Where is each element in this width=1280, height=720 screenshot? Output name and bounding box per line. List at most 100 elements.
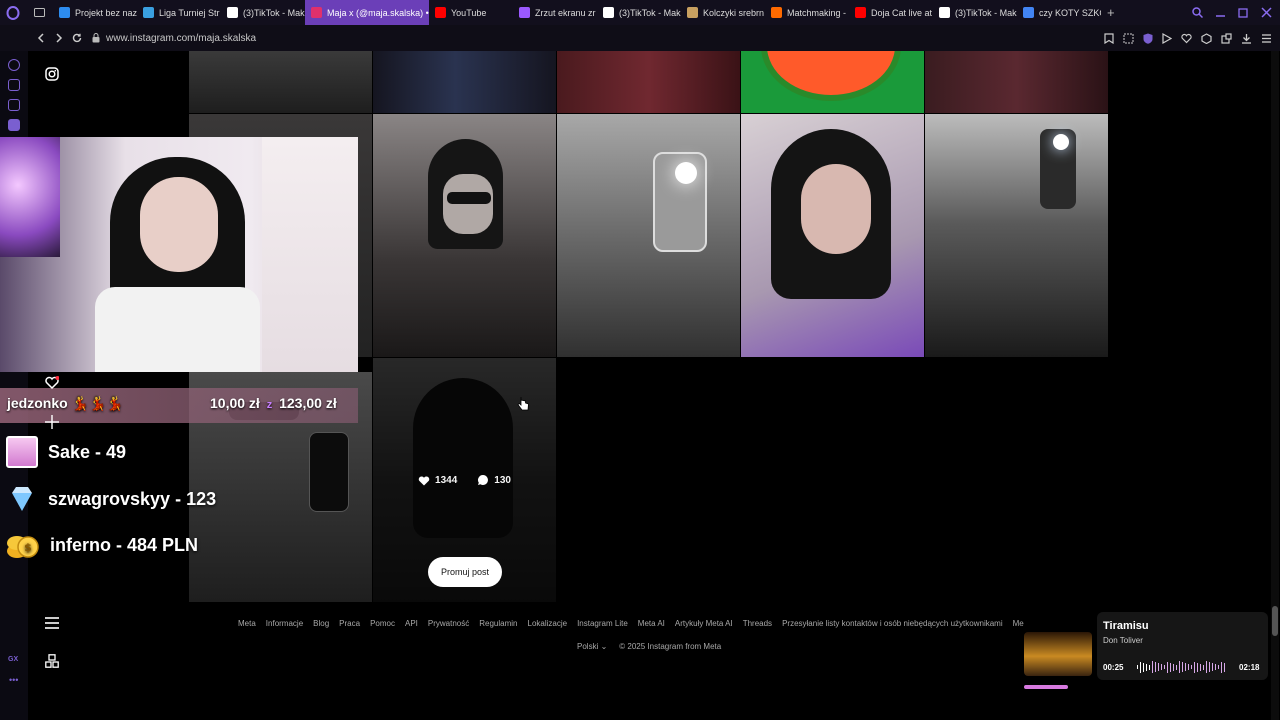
sidebar-messenger-icon[interactable] bbox=[8, 99, 20, 111]
waveform-bar bbox=[1191, 665, 1192, 669]
waveform-bar bbox=[1167, 661, 1168, 673]
post-thumbnail[interactable] bbox=[373, 51, 556, 113]
snapshot-icon[interactable] bbox=[1123, 33, 1134, 44]
post-thumbnail[interactable] bbox=[925, 51, 1108, 113]
also-from-meta-icon[interactable] bbox=[45, 654, 59, 668]
heart-icon[interactable] bbox=[1181, 33, 1192, 44]
browser-tab[interactable]: Zrzut ekranu zr bbox=[513, 0, 597, 25]
waveform-bar bbox=[1182, 662, 1183, 672]
footer-link[interactable]: Lokalizacje bbox=[528, 619, 568, 628]
browser-tab[interactable]: Maja x (@maja.skalska) • bbox=[305, 0, 429, 25]
sidebar-more-icon[interactable]: ••• bbox=[9, 675, 18, 685]
search-icon[interactable] bbox=[1192, 7, 1203, 18]
sidebar-gx-icon[interactable]: GX bbox=[8, 656, 18, 663]
waveform-scrubber[interactable] bbox=[1137, 661, 1229, 673]
play-icon[interactable] bbox=[1162, 32, 1172, 44]
webcam-overlay bbox=[0, 137, 358, 372]
new-tab-button[interactable]: + bbox=[1101, 0, 1121, 25]
footer-link[interactable]: Meta AI bbox=[638, 619, 665, 628]
sidebar-m-icon[interactable] bbox=[8, 119, 20, 131]
waveform-bar bbox=[1137, 665, 1138, 669]
footer-link[interactable]: Informacje bbox=[266, 619, 303, 628]
post-thumbnail[interactable] bbox=[925, 114, 1108, 357]
footer-link[interactable]: Me bbox=[1013, 619, 1024, 628]
address-bar: www.instagram.com/maja.skalska bbox=[0, 25, 1280, 51]
close-icon[interactable] bbox=[1261, 7, 1272, 18]
footer-link[interactable]: API bbox=[405, 619, 418, 628]
waveform-bar bbox=[1203, 664, 1204, 670]
footer-link[interactable]: Instagram Lite bbox=[577, 619, 628, 628]
menu-icon[interactable] bbox=[1261, 33, 1272, 44]
browser-tab[interactable]: (3)TikTok - Mak bbox=[221, 0, 305, 25]
url-field[interactable]: www.instagram.com/maja.skalska bbox=[92, 33, 256, 44]
browser-tab[interactable]: Projekt bez naz bbox=[53, 0, 137, 25]
sidebar-aria-icon[interactable] bbox=[8, 59, 20, 71]
forward-icon[interactable] bbox=[54, 33, 64, 43]
browser-tab[interactable]: (3)TikTok - Mak bbox=[597, 0, 681, 25]
donation-goal: 123,00 zł bbox=[279, 395, 337, 411]
post-thumbnail[interactable] bbox=[189, 51, 372, 113]
tab-favicon-icon bbox=[771, 7, 782, 18]
cube-icon[interactable] bbox=[1201, 32, 1212, 44]
browser-tab[interactable]: YouTube bbox=[429, 0, 513, 25]
page-scrollbar[interactable] bbox=[1271, 51, 1279, 720]
waveform-bar bbox=[1179, 661, 1180, 673]
footer-link[interactable]: Threads bbox=[743, 619, 772, 628]
waveform-bar bbox=[1194, 661, 1195, 673]
waveform-bar bbox=[1140, 661, 1141, 673]
tab-label: Matchmaking - bbox=[787, 7, 847, 18]
footer-link[interactable]: Prywatność bbox=[428, 619, 469, 628]
diamond-icon bbox=[6, 483, 38, 515]
lock-icon bbox=[92, 33, 100, 43]
footer-link[interactable]: Przesyłanie listy kontaktów i osób niebę… bbox=[782, 619, 1003, 628]
post-thumbnail[interactable] bbox=[557, 51, 740, 113]
minimize-icon[interactable] bbox=[1215, 7, 1226, 18]
promote-post-button[interactable]: Promuj post bbox=[428, 557, 502, 587]
browser-tab[interactable]: czy KOTY SZKO bbox=[1017, 0, 1101, 25]
footer-link[interactable]: Pomoc bbox=[370, 619, 395, 628]
extensions-icon[interactable] bbox=[1221, 32, 1232, 44]
download-icon[interactable] bbox=[1241, 33, 1252, 44]
opera-logo-icon[interactable] bbox=[0, 0, 26, 25]
vpn-shield-icon[interactable] bbox=[1143, 33, 1153, 44]
notification-heart-icon[interactable] bbox=[45, 376, 59, 389]
browser-tab[interactable]: Matchmaking - bbox=[765, 0, 849, 25]
copyright-text: © 2025 Instagram from Meta bbox=[619, 642, 722, 651]
waveform-bar bbox=[1197, 662, 1198, 672]
sidebar-workspace-icon[interactable] bbox=[8, 79, 20, 91]
tab-label: Doja Cat live at bbox=[871, 7, 933, 18]
song-title: Tiramisu bbox=[1103, 620, 1149, 632]
footer-link[interactable]: Regulamin bbox=[479, 619, 517, 628]
tab-favicon-icon bbox=[603, 7, 614, 18]
tab-label: czy KOTY SZKO bbox=[1039, 7, 1101, 18]
language-select[interactable]: Polski ⌄ bbox=[577, 642, 607, 651]
tab-favicon-icon bbox=[519, 7, 530, 18]
browser-tab[interactable]: Doja Cat live at bbox=[849, 0, 933, 25]
more-menu-icon[interactable] bbox=[45, 617, 59, 629]
bookmark-icon[interactable] bbox=[1104, 32, 1114, 44]
back-icon[interactable] bbox=[36, 33, 46, 43]
waveform-bar bbox=[1212, 663, 1213, 671]
post-thumbnail[interactable] bbox=[741, 51, 924, 113]
instagram-logo-icon[interactable] bbox=[45, 67, 59, 81]
restore-icon[interactable] bbox=[1238, 7, 1249, 18]
tab-label: Kolczyki srebrn bbox=[703, 7, 765, 18]
footer-link[interactable]: Praca bbox=[339, 619, 360, 628]
browser-tab[interactable]: (3)TikTok - Mak bbox=[933, 0, 1017, 25]
footer-link[interactable]: Blog bbox=[313, 619, 329, 628]
waveform-bar bbox=[1164, 665, 1165, 669]
tab-overview-icon[interactable] bbox=[26, 0, 53, 25]
browser-tab[interactable]: Kolczyki srebrn bbox=[681, 0, 765, 25]
footer-link[interactable]: Meta bbox=[238, 619, 256, 628]
post-thumbnail[interactable] bbox=[557, 114, 740, 357]
post-thumbnail[interactable] bbox=[741, 114, 924, 357]
post-thumbnail[interactable] bbox=[373, 114, 556, 357]
progress-track[interactable] bbox=[1024, 685, 1068, 689]
browser-tab[interactable]: Liga Turniej Str bbox=[137, 0, 221, 25]
footer-links: Meta Informacje Blog Praca Pomoc API Prywatnoś… bbox=[238, 619, 1028, 628]
reload-icon[interactable] bbox=[72, 33, 82, 43]
browser-tab-bar: Projekt bez naz Liga Turniej Str (3)TikTok… bbox=[0, 0, 1280, 25]
footer-link[interactable]: Artykuły Meta AI bbox=[675, 619, 733, 628]
create-plus-icon[interactable] bbox=[45, 415, 59, 429]
scrollbar-thumb[interactable] bbox=[1272, 606, 1278, 636]
